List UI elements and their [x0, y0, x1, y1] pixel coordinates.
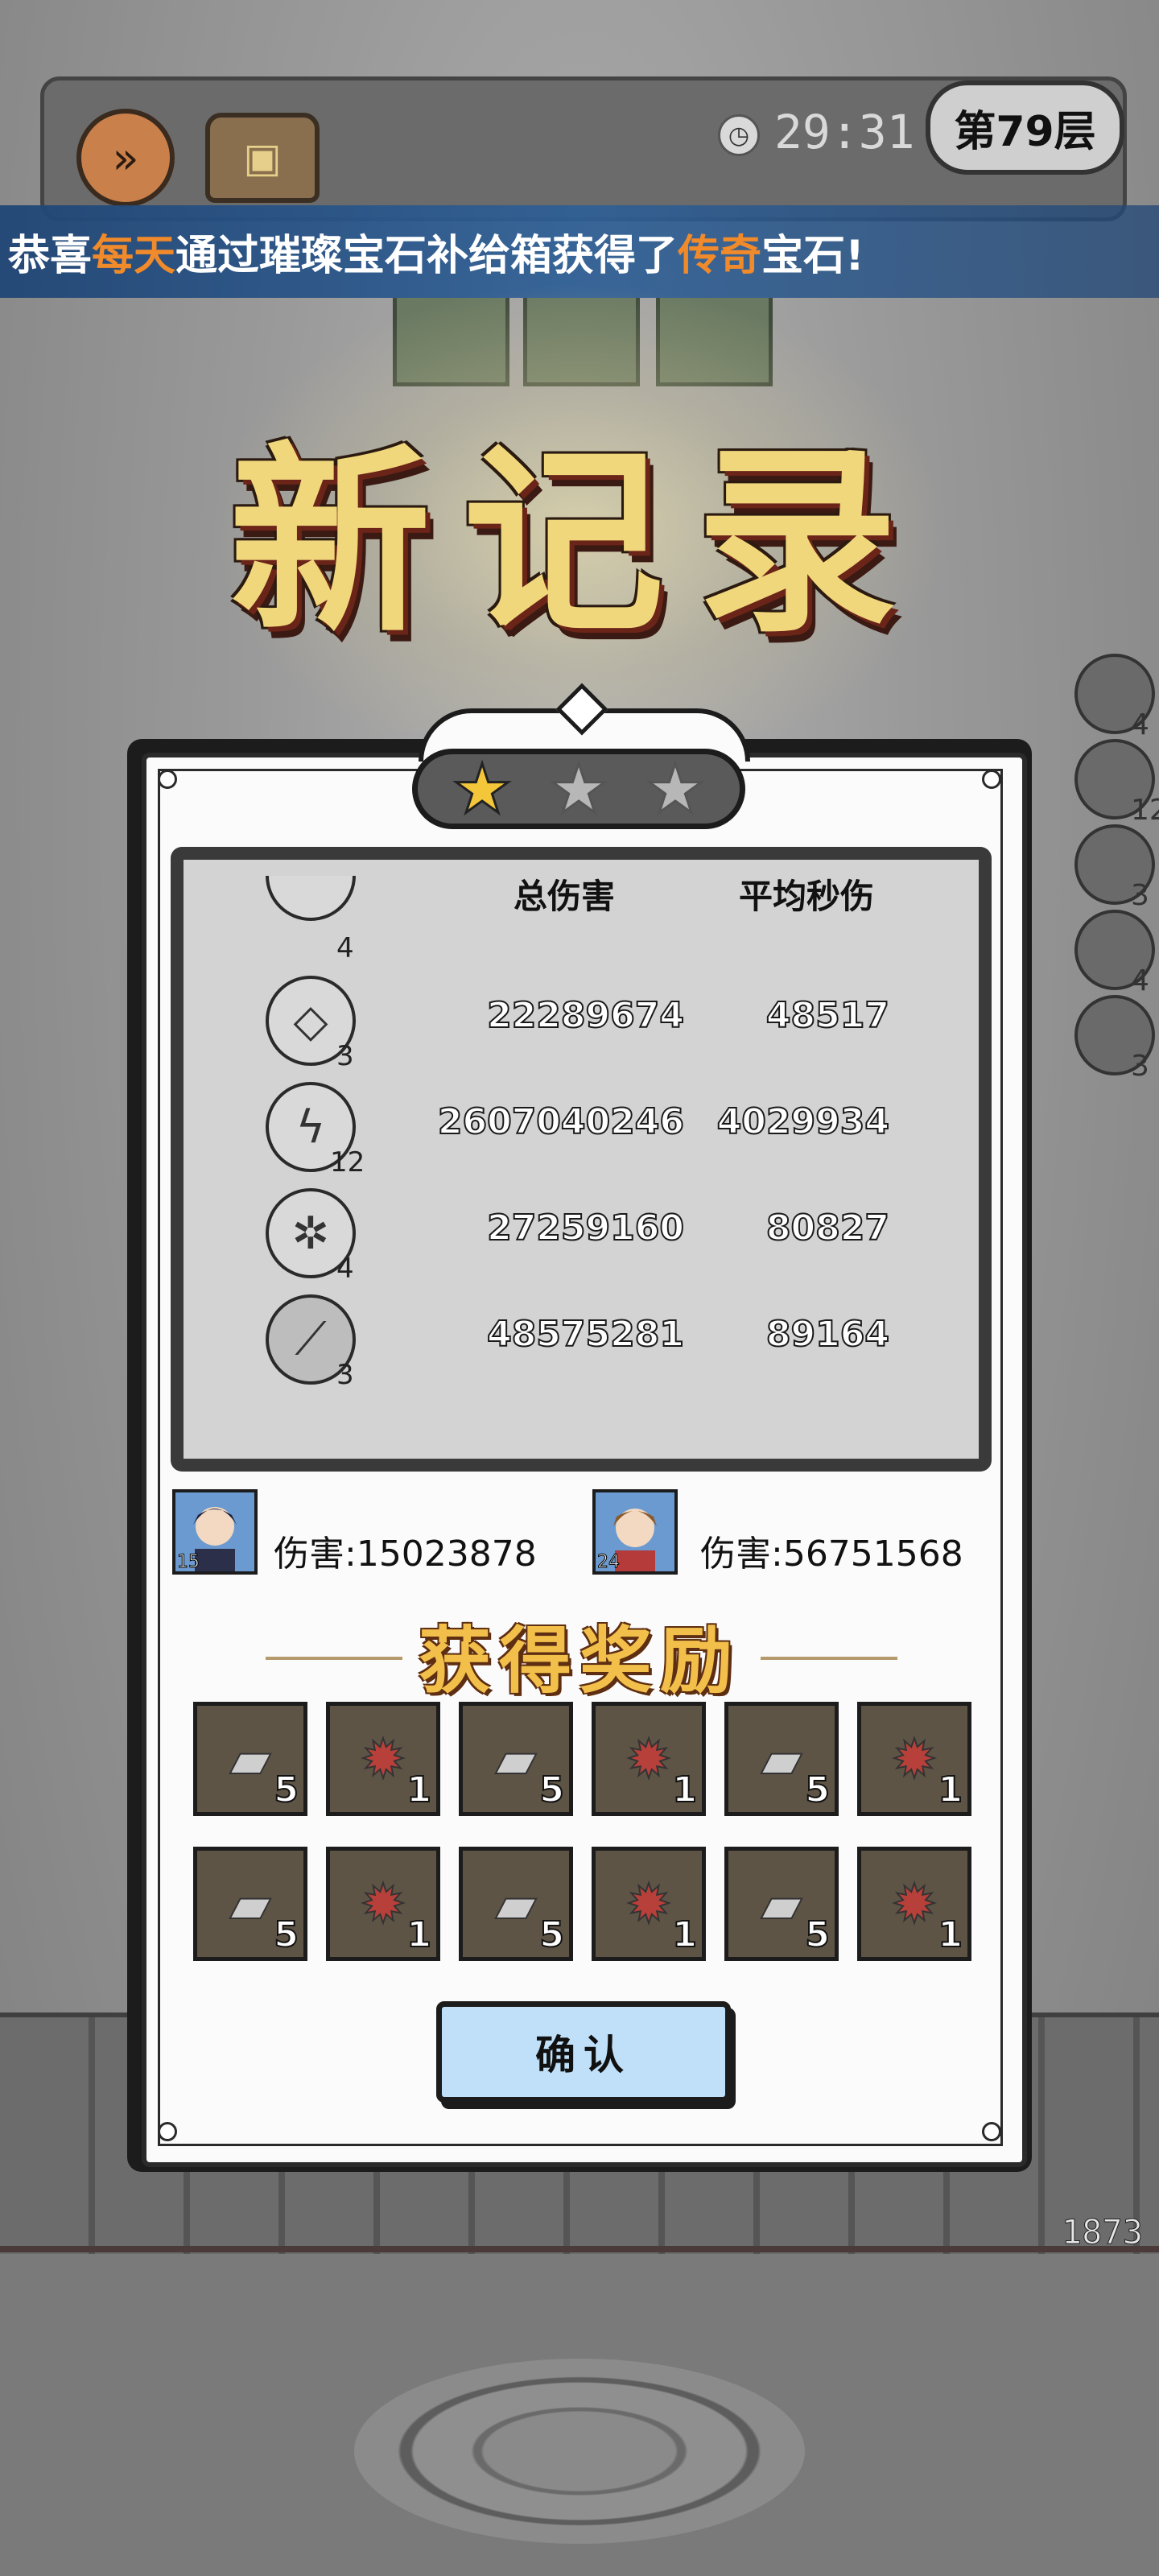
- skill-level: 4: [336, 932, 354, 964]
- reward-count: 1: [406, 1769, 432, 1811]
- reward-count: 1: [671, 1769, 698, 1811]
- reward-item[interactable]: ▰ 5: [193, 1847, 307, 1961]
- reward-item[interactable]: ▰ 5: [193, 1702, 307, 1816]
- reward-item[interactable]: ▰ 5: [459, 1702, 573, 1816]
- skill-level: 3: [336, 1040, 354, 1072]
- reward-item[interactable]: ✹ 1: [857, 1702, 971, 1816]
- reward-count: 5: [273, 1913, 299, 1956]
- reward-count: 1: [937, 1769, 963, 1811]
- fast-forward-button[interactable]: »: [76, 109, 175, 207]
- side-skill-level: 4: [1131, 708, 1149, 741]
- banner-prefix: 恭喜: [8, 232, 93, 280]
- progress-line: [0, 2246, 1159, 2252]
- rivet: [982, 2122, 1001, 2141]
- skill-level: 3: [336, 1359, 354, 1391]
- rivet: [982, 770, 1001, 789]
- avg-dps-value: 80827: [765, 1207, 890, 1249]
- header-avg-dps: 平均秒伤: [739, 877, 875, 916]
- rewards-title: 获得奖励: [419, 1618, 740, 1703]
- floor-badge: 第79层: [926, 80, 1124, 175]
- rivet: [158, 770, 177, 789]
- star-icon-empty: ★: [547, 749, 610, 828]
- reward-count: 5: [538, 1913, 565, 1956]
- banner-suffix: 宝石!: [761, 232, 864, 280]
- side-skill-level: 12: [1131, 794, 1159, 827]
- reward-item[interactable]: ▰ 5: [724, 1847, 839, 1961]
- avg-dps-value: 4029934: [716, 1100, 890, 1143]
- treasure-chest-button[interactable]: ▣: [205, 113, 320, 203]
- side-skill-level: 3: [1131, 1050, 1149, 1083]
- reward-item[interactable]: ▰ 5: [724, 1702, 839, 1816]
- countdown-timer: 29:31: [774, 105, 915, 159]
- total-damage-value: 48575281: [486, 1313, 685, 1356]
- reward-count: 5: [273, 1769, 299, 1811]
- new-record-title: 新记录: [229, 423, 930, 659]
- gold-counter: 1873: [1061, 2212, 1143, 2252]
- reward-count: 5: [804, 1913, 831, 1956]
- reward-count: 5: [538, 1769, 565, 1811]
- confirm-button[interactable]: 确认: [436, 2001, 731, 2103]
- total-damage-value: 2607040246: [437, 1100, 685, 1143]
- header-total-damage: 总伤害: [514, 877, 616, 916]
- reward-count: 5: [804, 1769, 831, 1811]
- hero-damage: 伤害:56751568: [700, 1534, 963, 1575]
- total-damage-value: 22289674: [486, 994, 685, 1037]
- reward-item[interactable]: ✹ 1: [592, 1847, 706, 1961]
- rivet: [158, 2122, 177, 2141]
- avg-dps-value: 89164: [765, 1313, 890, 1356]
- treasure-chest-icon: ▣: [243, 134, 282, 181]
- reward-item[interactable]: ✹ 1: [326, 1702, 440, 1816]
- banner-player: 每天: [92, 232, 176, 280]
- reward-item[interactable]: ▰ 5: [459, 1847, 573, 1961]
- reward-count: 1: [406, 1913, 432, 1956]
- skill-level: 4: [336, 1253, 354, 1285]
- reward-item[interactable]: ✹ 1: [857, 1847, 971, 1961]
- stone-well: [354, 2359, 805, 2544]
- reward-item[interactable]: ✹ 1: [326, 1847, 440, 1961]
- reward-item[interactable]: ✹ 1: [592, 1702, 706, 1816]
- hero-level: 24: [597, 1552, 621, 1573]
- total-damage-value: 27259160: [486, 1207, 685, 1249]
- fast-forward-icon: »: [112, 132, 139, 184]
- hero-level: 15: [177, 1552, 200, 1573]
- star-rating: ★ ★ ★: [412, 749, 745, 829]
- side-skill-level: 3: [1131, 879, 1149, 912]
- banner-rarity: 传奇: [678, 232, 762, 280]
- star-icon-filled: ★: [451, 749, 514, 828]
- star-icon-empty: ★: [644, 749, 707, 828]
- side-skill-level: 4: [1131, 964, 1149, 997]
- hero-damage: 伤害:15023878: [274, 1534, 537, 1575]
- avg-dps-value: 48517: [765, 994, 890, 1037]
- clock-icon: ◷: [718, 114, 760, 156]
- reward-count: 1: [937, 1913, 963, 1956]
- reward-count: 1: [671, 1913, 698, 1956]
- skill-level: 12: [330, 1146, 365, 1179]
- banner-middle: 通过璀璨宝石补给箱获得了: [175, 232, 678, 280]
